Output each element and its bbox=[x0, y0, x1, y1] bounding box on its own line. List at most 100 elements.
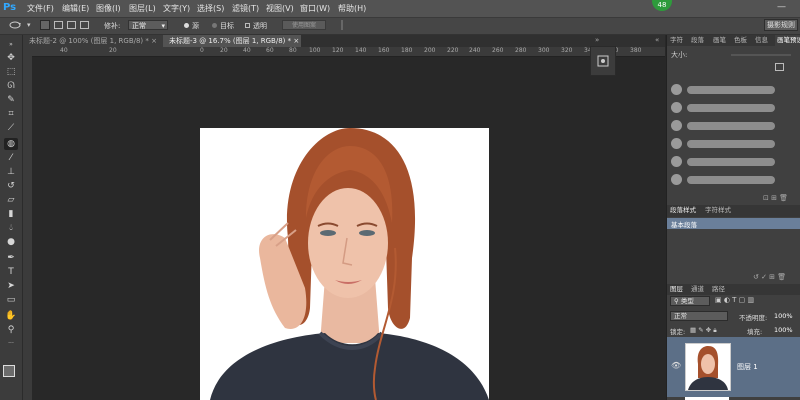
workspace-button[interactable]: 摄影规则 bbox=[764, 19, 798, 31]
tab-document-3[interactable]: 未标题-3 @ 16.7% (图层 1, RGB/8) * × bbox=[163, 35, 301, 47]
layer-filter-icons[interactable]: ▣ ◐ T ▢ ▥ bbox=[715, 296, 754, 304]
tab-swatches[interactable]: 色板 bbox=[734, 35, 747, 46]
target-radio[interactable] bbox=[212, 23, 217, 28]
tab-brush-presets[interactable]: 画笔预设 bbox=[775, 35, 800, 46]
menu-edit[interactable]: 编辑(E) bbox=[62, 3, 89, 14]
zoom-tool-icon[interactable]: ⚲ bbox=[4, 324, 18, 336]
tab-paragraph-styles[interactable]: 段落样式 bbox=[670, 205, 696, 216]
foreground-color-swatch[interactable] bbox=[3, 365, 15, 377]
panel-expand-icon[interactable]: « bbox=[655, 36, 659, 44]
source-label: 源 bbox=[192, 22, 199, 30]
opacity-value[interactable]: 100% bbox=[774, 312, 793, 320]
opacity-label: 不透明度: bbox=[739, 314, 768, 322]
ruler-number: 320 bbox=[561, 47, 573, 54]
paragraph-style-label: 基本段落 bbox=[671, 221, 697, 229]
tab-channels[interactable]: 通道 bbox=[691, 284, 704, 295]
brush-stroke-preview bbox=[687, 122, 775, 130]
subtract-selection-icon[interactable] bbox=[67, 21, 76, 29]
layer-filter-select[interactable]: ⚲ 类型 bbox=[670, 296, 710, 306]
source-radio[interactable] bbox=[184, 23, 189, 28]
photoshop-logo: Ps bbox=[3, 2, 17, 13]
menu-select[interactable]: 选择(S) bbox=[197, 3, 224, 14]
collapse-arrows-icon[interactable]: » bbox=[4, 39, 18, 51]
paragraph-style-footer-icons[interactable]: ↺ ✓ ⊞ 🗑︎ bbox=[753, 273, 786, 281]
menu-file[interactable]: 文件(F) bbox=[27, 3, 54, 14]
tab-brush[interactable]: 画笔 bbox=[713, 35, 726, 46]
brush-stroke-preview bbox=[687, 158, 775, 166]
brush-tip-icon bbox=[671, 138, 682, 149]
lock-icons[interactable]: ▦ ✎ ✥ 🔒︎ bbox=[690, 326, 717, 335]
new-selection-icon[interactable] bbox=[40, 20, 50, 30]
quick-select-tool-icon[interactable]: ✎ bbox=[4, 94, 18, 106]
type-tool-icon[interactable]: T bbox=[4, 266, 18, 278]
blend-mode-select[interactable]: 正常 bbox=[670, 311, 728, 321]
intersect-selection-icon[interactable] bbox=[80, 21, 89, 29]
layer-row[interactable]: 👁︎ 图层 1 bbox=[667, 337, 800, 397]
eyedropper-tool-icon[interactable]: ⟋ bbox=[4, 122, 18, 134]
marquee-tool-icon[interactable]: ⬚ bbox=[4, 66, 18, 78]
tab-layers[interactable]: 图层 bbox=[670, 284, 683, 295]
brush-panel-footer-icons[interactable]: ⊡ ⊞ 🗑︎ bbox=[763, 194, 788, 202]
close-icon[interactable]: × bbox=[293, 37, 299, 45]
ruler-number: 260 bbox=[492, 47, 504, 54]
extras-icon[interactable]: ··· bbox=[4, 338, 18, 350]
paragraph-style-item[interactable]: 基本段落 bbox=[667, 218, 800, 229]
chevron-down-icon[interactable]: ▾ bbox=[27, 21, 31, 29]
clone-stamp-tool-icon[interactable]: ⊥ bbox=[4, 166, 18, 178]
horizontal-ruler: 40 20 0 20 40 60 80 100 120 140 160 180 … bbox=[23, 47, 665, 57]
layer-name[interactable]: 图层 1 bbox=[737, 362, 758, 372]
history-brush-tool-icon[interactable]: ↺ bbox=[4, 180, 18, 192]
menu-window[interactable]: 窗口(W) bbox=[300, 3, 330, 14]
tab-paragraph[interactable]: 段落 bbox=[691, 35, 704, 46]
brush-toggle-icon[interactable] bbox=[775, 63, 784, 71]
lasso-tool-icon[interactable]: ᘏ bbox=[4, 80, 18, 92]
pen-tool-icon[interactable]: ✒ bbox=[4, 252, 18, 264]
use-pattern-button[interactable]: 使用图案 bbox=[282, 20, 326, 30]
tab-character-styles[interactable]: 字符样式 bbox=[705, 205, 731, 216]
size-slider[interactable] bbox=[731, 54, 791, 56]
hand-tool-icon[interactable]: ✋ bbox=[4, 310, 18, 322]
dodge-tool-icon[interactable]: ● bbox=[4, 236, 18, 248]
diffusion-icon[interactable] bbox=[338, 19, 346, 31]
rectangle-tool-icon[interactable]: ▭ bbox=[4, 294, 18, 306]
gradient-tool-icon[interactable]: ▮ bbox=[4, 208, 18, 220]
brush-tool-icon[interactable]: ⁄ bbox=[4, 152, 18, 164]
tools-panel: » ✥ ⬚ ᘏ ✎ ⌗ ⟋ ◍ ⁄ ⊥ ↺ ▱ ▮ 💧︎ ● ✒ T ➤ ▭ ✋… bbox=[0, 35, 23, 400]
panel-collapse-icon[interactable]: » bbox=[595, 36, 599, 44]
menu-view[interactable]: 视图(V) bbox=[266, 3, 294, 14]
brush-tip-icon bbox=[671, 156, 682, 167]
minimize-button[interactable]: — bbox=[777, 2, 786, 12]
close-icon[interactable]: × bbox=[151, 37, 157, 45]
menu-help[interactable]: 帮助(H) bbox=[338, 3, 366, 14]
tab-paths[interactable]: 路径 bbox=[712, 284, 725, 295]
menu-image[interactable]: 图像(I) bbox=[96, 3, 121, 14]
add-selection-icon[interactable] bbox=[54, 21, 63, 29]
tab-info[interactable]: 信息 bbox=[755, 35, 768, 46]
ruler-number: 120 bbox=[332, 47, 344, 54]
move-tool-icon[interactable]: ✥ bbox=[4, 52, 18, 64]
ruler-number: 60 bbox=[266, 47, 274, 54]
brush-tip-icon bbox=[671, 120, 682, 131]
blur-tool-icon[interactable]: 💧︎ bbox=[4, 222, 18, 234]
patch-tool-icon[interactable] bbox=[8, 20, 22, 30]
menu-type[interactable]: 文字(Y) bbox=[163, 3, 190, 14]
patch-tool-icon[interactable]: ◍ bbox=[4, 138, 18, 150]
tab-character[interactable]: 字符 bbox=[670, 35, 683, 46]
crop-tool-icon[interactable]: ⌗ bbox=[4, 108, 18, 120]
fill-value[interactable]: 100% bbox=[774, 326, 793, 334]
ruler-number: 300 bbox=[538, 47, 550, 54]
path-select-tool-icon[interactable]: ➤ bbox=[4, 280, 18, 292]
tab-document-2[interactable]: 未标题-2 @ 100% (图层 1, RGB/8) * × bbox=[23, 35, 163, 47]
menu-filter[interactable]: 滤镜(T) bbox=[232, 3, 259, 14]
notification-badge[interactable]: 48 bbox=[652, 0, 672, 11]
menu-layer[interactable]: 图层(L) bbox=[129, 3, 156, 14]
eraser-tool-icon[interactable]: ▱ bbox=[4, 194, 18, 206]
transparent-checkbox[interactable] bbox=[245, 23, 250, 28]
document-image[interactable] bbox=[200, 128, 489, 400]
ruler-number: 100 bbox=[309, 47, 321, 54]
collapsed-panel-dock[interactable] bbox=[590, 46, 616, 76]
eye-icon[interactable]: 👁︎ bbox=[671, 361, 681, 370]
ruler-number: 240 bbox=[469, 47, 481, 54]
patch-mode-select[interactable]: 正常 ▾ bbox=[128, 20, 168, 30]
brush-preset-icon[interactable] bbox=[597, 55, 609, 67]
